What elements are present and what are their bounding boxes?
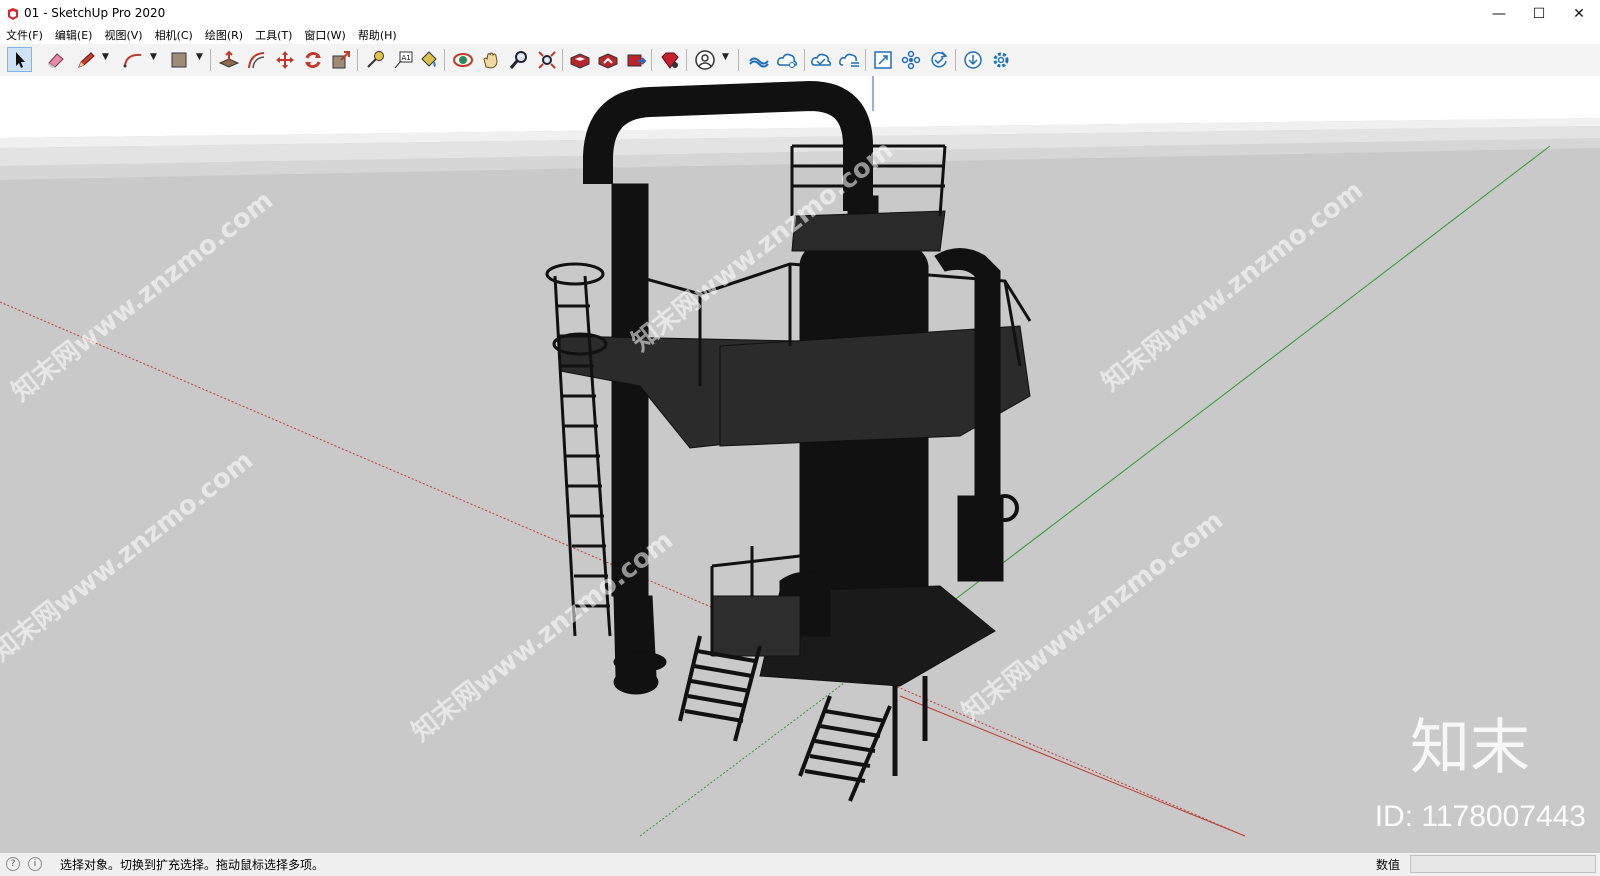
refresh-check-icon [930, 50, 948, 67]
frame-button[interactable] [870, 47, 895, 72]
hand-icon [482, 51, 498, 69]
magnifier-icon [509, 50, 527, 69]
measurements-label: 数值 [1376, 858, 1401, 872]
text-icon: A1 [394, 51, 412, 68]
info-icon[interactable]: i [28, 857, 42, 871]
tape-measure-tool-button[interactable] [362, 47, 387, 72]
extension-warehouse-tool-button[interactable] [623, 47, 648, 72]
geo-location-icon[interactable]: ? [6, 857, 20, 871]
ruby-gem-icon [660, 52, 679, 69]
cloud-check-button[interactable] [808, 47, 833, 72]
title-bar: 01 - SketchUp Pro 2020 — ☐ ✕ [0, 0, 1600, 28]
watermark-logo: 知末 [1410, 713, 1530, 783]
warehouse-icon [570, 52, 589, 69]
component-dots-icon [901, 50, 920, 69]
move-tool-button[interactable] [272, 47, 297, 72]
orbit-tool-button[interactable] [450, 47, 475, 72]
menu-file[interactable]: 文件(F) [0, 28, 49, 44]
gear-icon [993, 52, 1008, 67]
cloud-list-button[interactable] [836, 47, 861, 72]
model-viewport[interactable]: 知末网www.znzmo.com 知末网www.znzmo.com 知末网www… [0, 76, 1600, 852]
zoom-extents-tool-button[interactable] [534, 47, 559, 72]
arc-icon [123, 53, 141, 67]
menu-draw[interactable]: 绘图(R) [199, 28, 249, 44]
status-bar: ? i 选择对象。切换到扩充选择。拖动鼠标选择多项。 数值 [0, 852, 1600, 876]
offset-tool-button[interactable] [244, 47, 269, 72]
menu-window[interactable]: 窗口(W) [298, 28, 351, 44]
offset-icon [247, 51, 264, 68]
pan-tool-button[interactable] [478, 47, 503, 72]
arc-tool-button[interactable] [120, 47, 145, 72]
settings-button[interactable] [988, 47, 1013, 72]
arrow-cursor-icon [15, 51, 25, 68]
sketchup-logo-icon [8, 8, 18, 20]
text-tool-button[interactable]: A1 [390, 47, 415, 72]
menu-view[interactable]: 视图(V) [98, 28, 148, 44]
tape-measure-icon [366, 50, 384, 68]
download-button[interactable] [960, 47, 985, 72]
arc-dropdown-icon[interactable]: ▼ [150, 52, 157, 62]
menu-edit[interactable]: 编辑(E) [49, 28, 99, 44]
svg-text:A1: A1 [401, 54, 410, 62]
orbit-icon [452, 52, 473, 67]
scale-icon [332, 50, 350, 68]
frame-expand-icon [873, 50, 892, 69]
measurements-input[interactable] [1410, 855, 1596, 873]
menu-help[interactable]: 帮助(H) [352, 28, 403, 44]
zoom-extents-icon [537, 50, 556, 69]
watermark-id: ID: 1178007443 [1374, 800, 1586, 833]
rotate-icon [304, 51, 321, 68]
user-circle-icon [694, 49, 715, 70]
push-pull-icon [218, 50, 239, 68]
cloud-list-icon [838, 53, 859, 67]
main-toolbar: ▼ ▼ ▼ A1 ▼ [0, 44, 1600, 77]
cloud-share-button[interactable] [774, 47, 799, 72]
eraser-icon [47, 52, 64, 68]
share-model-tool-button[interactable] [595, 47, 620, 72]
account-button[interactable] [692, 47, 717, 72]
line-dropdown-icon[interactable]: ▼ [102, 52, 109, 62]
ruby-tool-button[interactable] [657, 47, 682, 72]
rectangle-icon [171, 52, 186, 67]
window-title: 01 - SketchUp Pro 2020 [24, 6, 166, 20]
push-pull-tool-button[interactable] [216, 47, 241, 72]
paint-bucket-tool-button[interactable] [416, 47, 441, 72]
cloud-check-icon [810, 53, 831, 66]
rectangle-tool-button[interactable] [166, 47, 191, 72]
download-circle-icon [963, 50, 982, 69]
menu-tools[interactable]: 工具(T) [249, 28, 298, 44]
account-dropdown-icon[interactable]: ▼ [722, 52, 729, 62]
cloud-share-icon [776, 53, 797, 68]
share-model-icon [598, 52, 617, 69]
warehouse-tool-button[interactable] [567, 47, 592, 72]
component-button[interactable] [898, 47, 923, 72]
rotate-tool-button[interactable] [300, 47, 325, 72]
select-tool-button[interactable] [7, 47, 32, 72]
paint-bucket-icon [420, 50, 437, 67]
status-message: 选择对象。切换到扩充选择。拖动鼠标选择多项。 [60, 858, 325, 872]
line-tool-button[interactable] [73, 47, 98, 72]
extension-warehouse-icon [627, 54, 646, 66]
scale-tool-button[interactable] [328, 47, 353, 72]
eraser-tool-button[interactable] [43, 47, 68, 72]
refresh-check-button[interactable] [926, 47, 951, 72]
cloud-sync-button[interactable] [746, 47, 771, 72]
pencil-icon [77, 51, 95, 68]
menu-bar: 文件(F) 编辑(E) 视图(V) 相机(C) 绘图(R) 工具(T) 窗口(W… [0, 28, 1600, 44]
rectangle-dropdown-icon[interactable]: ▼ [196, 52, 203, 62]
menu-camera[interactable]: 相机(C) [149, 28, 199, 44]
zoom-tool-button[interactable] [506, 47, 531, 72]
cloud-link-icon [748, 57, 769, 67]
move-icon [275, 50, 294, 69]
close-button[interactable]: ✕ [1556, 0, 1600, 28]
